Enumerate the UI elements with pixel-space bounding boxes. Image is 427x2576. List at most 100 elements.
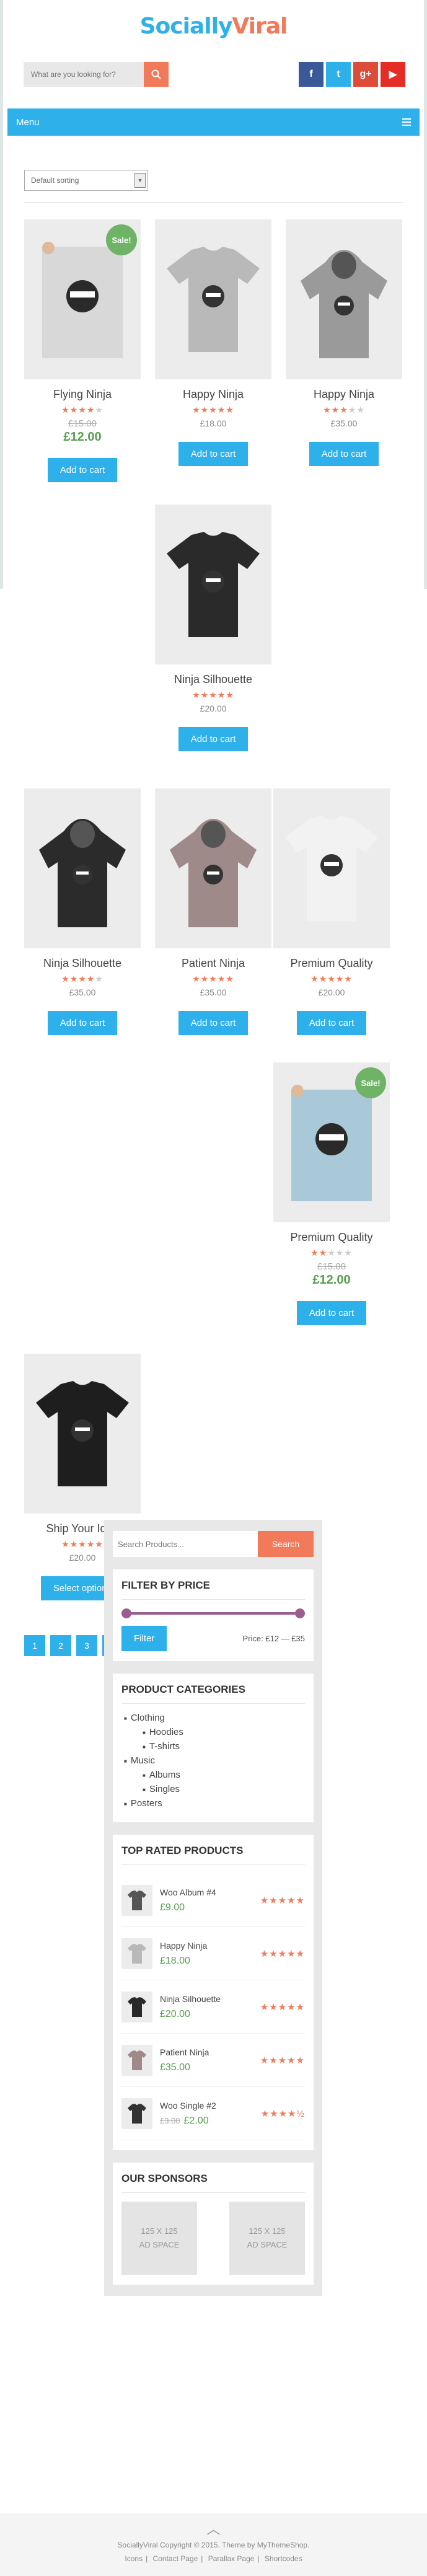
ad-space[interactable]: 125 X 125 AD SPACE	[229, 2202, 305, 2275]
top-rated-item[interactable]: Woo Single #2 £3.00 £2.00 ★★★★½	[121, 2087, 305, 2140]
product-old-price: £15.00	[68, 418, 97, 429]
product-price: £35.00	[200, 987, 227, 997]
product-thumbnail[interactable]	[121, 2044, 152, 2076]
widget-title: OUR SPONSORS	[121, 2172, 305, 2193]
category-link[interactable]: Clothing	[124, 1713, 305, 1723]
product-thumbnail[interactable]	[121, 2097, 152, 2129]
product-name[interactable]: Happy Ninja	[286, 388, 402, 401]
add-to-cart-button[interactable]: Add to cart	[178, 442, 249, 466]
product-name[interactable]: Patient Ninja	[155, 957, 271, 970]
footer-link[interactable]: Icons	[125, 2554, 143, 2563]
product-thumbnail[interactable]	[121, 1884, 152, 1916]
product-name[interactable]: Ninja Silhouette	[155, 673, 271, 686]
chevron-down-icon: ▼	[134, 173, 146, 188]
top-rated-name[interactable]: Happy Ninja	[160, 1941, 260, 1951]
product-image[interactable]	[273, 788, 390, 948]
category-link[interactable]: Albums	[143, 1770, 305, 1780]
add-to-cart-button[interactable]: Add to cart	[47, 458, 118, 482]
product-image[interactable]	[286, 219, 402, 379]
sponsors-widget: OUR SPONSORS 125 X 125 AD SPACE 125 X 125…	[113, 2163, 314, 2285]
product-thumbnail[interactable]	[121, 1938, 152, 1969]
product-name[interactable]: Ninja Silhouette	[24, 957, 141, 970]
product-image[interactable]: Sale!	[273, 1062, 390, 1222]
sale-badge: Sale!	[106, 224, 137, 255]
product-image[interactable]	[155, 219, 271, 379]
rating-stars: ★★★★★	[260, 1895, 305, 1906]
slider-max-handle[interactable]	[295, 1608, 305, 1618]
footer-link[interactable]: Parallax Page	[208, 2554, 255, 2563]
add-to-cart-button[interactable]: Add to cart	[47, 1011, 118, 1035]
sorting-value: Default sorting	[31, 176, 79, 185]
product-name[interactable]: Premium Quality	[273, 1231, 390, 1244]
product-image[interactable]	[24, 1354, 141, 1514]
product-search: Search	[113, 1531, 314, 1557]
product-thumbnail[interactable]	[121, 1991, 152, 2022]
site-logo[interactable]: SociallyViral	[0, 14, 427, 39]
slider-min-handle[interactable]	[121, 1608, 131, 1618]
add-to-cart-button[interactable]: Add to cart	[296, 1011, 367, 1035]
product-image[interactable]: Sale!	[24, 219, 141, 379]
rating-stars: ★★★★★	[310, 974, 353, 984]
category-link[interactable]: Singles	[143, 1784, 305, 1794]
product-image[interactable]	[155, 788, 271, 948]
product-image[interactable]	[24, 788, 141, 948]
product-price: £12.00	[63, 430, 102, 444]
add-to-cart-button[interactable]: Add to cart	[296, 1301, 367, 1325]
product-image[interactable]	[155, 505, 271, 664]
rating-stars: ★★★★★	[192, 405, 234, 415]
top-rated-name[interactable]: Woo Single #2	[160, 2101, 261, 2111]
youtube-icon[interactable]: ▶	[381, 62, 405, 87]
page-2-link[interactable]: 2	[50, 1635, 71, 1656]
rating-stars: ★★★★★	[260, 1948, 305, 1959]
twitter-icon[interactable]: t	[326, 62, 351, 87]
category-list: Clothing Hoodies T-shirts Music Albums Single…	[121, 1713, 305, 1809]
product-name[interactable]: Premium Quality	[273, 957, 390, 970]
footer-link[interactable]: Contact Page	[153, 2554, 198, 2563]
sorting-select[interactable]: Default sorting ▼	[24, 170, 148, 191]
top-rated-item[interactable]: Ninja Silhouette £20.00 ★★★★★	[121, 1980, 305, 2034]
category-link[interactable]: Posters	[124, 1798, 305, 1809]
ad-space[interactable]: 125 X 125 AD SPACE	[121, 2202, 197, 2275]
top-rated-item[interactable]: Patient Ninja £35.00 ★★★★★	[121, 2034, 305, 2087]
top-rated-name[interactable]: Woo Album #4	[160, 1887, 260, 1897]
add-to-cart-button[interactable]: Add to cart	[309, 442, 379, 466]
footer-nav: Icons | Contact Page | Parallax Page | Shor…	[125, 2554, 302, 2563]
category-link[interactable]: Music	[124, 1755, 305, 1766]
category-link[interactable]: Hoodies	[143, 1727, 305, 1737]
product-price: £12.00	[312, 1273, 351, 1287]
facebook-icon[interactable]: f	[299, 62, 324, 87]
rating-stars: ★★★★½	[260, 2108, 305, 2119]
top-rated-name[interactable]: Patient Ninja	[160, 2047, 260, 2057]
product-card: Premium Quality ★★★★★ £20.00 Add to cart	[273, 788, 390, 1035]
page-1-link[interactable]: 1	[24, 1635, 45, 1656]
top-rated-item[interactable]: Woo Album #4 £9.00 ★★★★★	[121, 1874, 305, 1927]
hamburger-icon	[402, 118, 411, 126]
add-to-cart-button[interactable]: Add to cart	[178, 727, 249, 751]
site-header: SociallyViral f t g+ ▶	[0, 0, 427, 108]
category-link[interactable]: T-shirts	[143, 1741, 305, 1752]
product-card: Ninja Silhouette ★★★★★ £20.00 Add to cart	[155, 505, 271, 751]
rating-stars: ★★★★★	[61, 405, 103, 415]
filter-button[interactable]: Filter	[121, 1626, 167, 1651]
add-to-cart-button[interactable]: Add to cart	[178, 1011, 249, 1035]
product-search-input[interactable]	[113, 1531, 258, 1557]
product-card: Sale! Flying Ninja ★★★★★ £15.00 £12.00 Add to…	[24, 219, 141, 482]
widget-title: PRODUCT CATEGORIES	[121, 1683, 305, 1704]
rating-stars: ★★★★★	[192, 974, 234, 984]
product-search-button[interactable]: Search	[258, 1531, 314, 1557]
back-to-top-icon[interactable]: ︿	[0, 2518, 427, 2538]
menu-bar[interactable]: Menu	[7, 108, 420, 136]
product-card: Happy Ninja ★★★★★ £18.00 Add to cart	[155, 219, 271, 466]
google-plus-icon[interactable]: g+	[353, 62, 378, 87]
top-rated-name[interactable]: Ninja Silhouette	[160, 1994, 260, 2004]
footer-link[interactable]: Shortcodes	[265, 2554, 302, 2563]
rating-stars: ★★★★★	[260, 2001, 305, 2013]
top-rated-item[interactable]: Happy Ninja £18.00 ★★★★★	[121, 1927, 305, 1980]
product-name[interactable]: Flying Ninja	[24, 388, 141, 401]
product-name[interactable]: Happy Ninja	[155, 388, 271, 401]
price-slider[interactable]	[121, 1608, 305, 1618]
page-3-link[interactable]: 3	[76, 1635, 97, 1656]
site-footer: ︿ SociallyViral Copyright © 2015. Theme …	[0, 2513, 427, 2576]
header-search-button[interactable]	[144, 62, 169, 87]
header-search-input[interactable]	[24, 62, 144, 87]
